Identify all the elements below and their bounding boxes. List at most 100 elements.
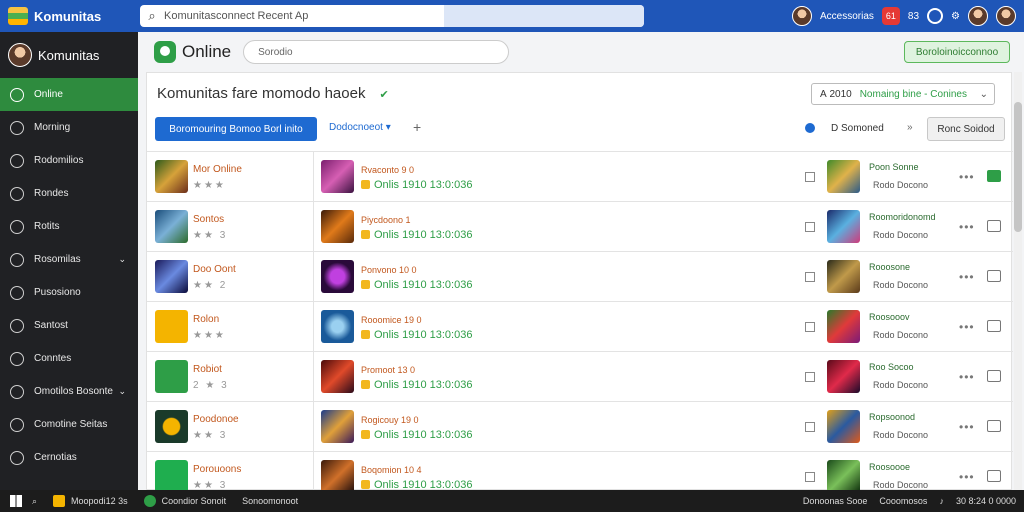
filter-icon[interactable] (805, 123, 815, 133)
add-icon[interactable]: + (413, 119, 421, 135)
sort-select-value: 2010 (829, 88, 852, 100)
row-checkbox[interactable] (805, 422, 815, 432)
list-item[interactable]: Doo Oont ★★ 2 Ponvono 10 0 Onlis 1910 13… (147, 251, 1013, 301)
sidebar-item-label: Santost (34, 320, 68, 331)
sidebar-item-pusosiono[interactable]: Pusosiono (0, 276, 138, 309)
message-icon[interactable] (987, 170, 1001, 182)
online-status: Onlis 1910 13:0:036 (361, 429, 472, 441)
mini-label: 83 (907, 10, 920, 22)
notification-badge[interactable]: 61 (881, 7, 900, 25)
user-avatar[interactable] (792, 6, 812, 26)
chevron-down-icon[interactable]: ⌄ (118, 254, 126, 265)
tray-label-1[interactable]: Donoonas Sooe (803, 496, 868, 506)
primary-button[interactable]: Boromouring Bomoo Borl inito (155, 117, 317, 141)
player-name: Rogicouy 19 0 (361, 415, 419, 425)
online-status-text: Onlis 1910 13:0:036 (374, 229, 473, 241)
main-header: Online Sorodio (138, 32, 1024, 72)
friend-name: Rooosone (869, 262, 911, 272)
tray-label-2[interactable]: Cooomosos (879, 496, 927, 506)
online-status-text: Onlis 1910 13:0:036 (374, 429, 473, 441)
game-thumbnail (155, 160, 188, 193)
online-status: Onlis 1910 13:0:036 (361, 379, 472, 391)
friend-name: Roosooov (869, 312, 910, 322)
friend-thumbnail (827, 260, 860, 293)
refresh-icon[interactable] (927, 8, 944, 24)
online-status: Onlis 1910 13:0:036 (361, 229, 472, 241)
taskbar-item-3[interactable]: Sonoomonoot (242, 496, 298, 506)
sidebar-avatar[interactable] (8, 43, 32, 67)
green-action-button[interactable]: Boroloinoicconnoo (904, 41, 1010, 63)
profile-avatar-1[interactable] (968, 6, 988, 26)
row-checkbox[interactable] (805, 472, 815, 482)
message-icon[interactable] (987, 220, 1001, 232)
player-thumbnail (321, 360, 354, 393)
sidebar-item-rodomilios[interactable]: Rodomilios (0, 144, 138, 177)
list-item[interactable]: Mor Online ★★★ Rvaconto 9 0 Onlis 1910 1… (147, 151, 1013, 201)
global-search-input[interactable]: Komunitasconnect Recent Ap (164, 10, 308, 22)
sidebar-item-conntes[interactable]: Conntes (0, 342, 138, 375)
global-search[interactable]: ⌕ Komunitasconnect Recent Ap (140, 5, 644, 27)
app-logo[interactable]: Komunitas (0, 7, 138, 25)
list-item[interactable]: Sontos ★★ 3 Piycdoono 1 Onlis 1910 13:0:… (147, 201, 1013, 251)
profile-avatar-2[interactable] (996, 6, 1016, 26)
message-icon[interactable] (987, 370, 1001, 382)
sort-label[interactable]: D Somoned (831, 123, 884, 134)
more-options-icon[interactable]: ••• (959, 420, 975, 434)
message-icon[interactable] (987, 270, 1001, 282)
friend-thumbnail (827, 310, 860, 343)
chevron-down-icon[interactable]: ⌄ (118, 386, 126, 397)
more-options-icon[interactable]: ••• (959, 270, 975, 284)
friend-status: Rodo Docono (873, 380, 929, 390)
row-checkbox[interactable] (805, 322, 815, 332)
more-options-icon[interactable]: ••• (959, 370, 975, 384)
friend-thumbnail (827, 160, 860, 193)
sidebar-item-rondes[interactable]: Rondes (0, 177, 138, 210)
sidebar-item-comotine[interactable]: Comotine Seitas (0, 408, 138, 441)
message-icon[interactable] (987, 470, 1001, 482)
settings-icon[interactable]: ⚙ (951, 11, 960, 22)
more-options-icon[interactable]: ••• (959, 170, 975, 184)
user-label[interactable]: Accessorias (820, 11, 874, 22)
message-icon[interactable] (987, 320, 1001, 332)
secondary-button[interactable]: Ronc Soidod (927, 117, 1005, 141)
friend-status: Rodo Docono (873, 280, 929, 290)
online-status-text: Onlis 1910 13:0:036 (374, 179, 473, 191)
volume-icon[interactable]: ♪ (939, 496, 944, 506)
sidebar-item-cernotias[interactable]: Cernotias (0, 441, 138, 474)
row-checkbox[interactable] (805, 172, 815, 182)
main-search-input[interactable]: Sorodio (243, 40, 510, 64)
sidebar-item-label: Rosomilas (34, 254, 81, 265)
player-name: Ponvono 10 0 (361, 265, 417, 275)
sort-chevron-icon[interactable]: » (907, 122, 913, 133)
friend-name: Ropsoonod (869, 412, 916, 422)
more-options-icon[interactable]: ••• (959, 220, 975, 234)
more-options-icon[interactable]: ••• (959, 320, 975, 334)
sidebar-item-santost[interactable]: Santost (0, 309, 138, 342)
sidebar-item-rosomilas[interactable]: Rosomilas ⌄ (0, 243, 138, 276)
scrollbar[interactable] (1014, 72, 1022, 490)
list-item[interactable]: Poodonoe ★★ 3 Rogicouy 19 0 Onlis 1910 1… (147, 401, 1013, 451)
friend-status: Rodo Docono (873, 180, 929, 190)
scrollbar-thumb[interactable] (1014, 102, 1022, 232)
row-checkbox[interactable] (805, 222, 815, 232)
taskbar-app[interactable]: Moopodi12 3s (53, 495, 128, 507)
clock[interactable]: 30 8:24 0 0000 (956, 496, 1016, 506)
sidebar-item-omotilos[interactable]: Omotilos Bosonte ⌄ (0, 375, 138, 408)
taskbar-search-icon[interactable]: ⌕ (32, 496, 37, 507)
sidebar-item-online[interactable]: Online (0, 78, 138, 111)
dropdown-menu[interactable]: Dodocnoeot ▾ (329, 122, 391, 133)
more-options-icon[interactable]: ••• (959, 470, 975, 484)
start-icon[interactable] (10, 495, 22, 507)
row-checkbox[interactable] (805, 272, 815, 282)
sidebar-item-morning[interactable]: Morning (0, 111, 138, 144)
row-checkbox[interactable] (805, 372, 815, 382)
taskbar-item-2[interactable]: Coondior Sonoit (143, 495, 226, 507)
list-item[interactable]: Robiot 2 ★ 3 Promoot 13 0 Onlis 1910 13:… (147, 351, 1013, 401)
list-item[interactable]: Rolon ★★★ Rooomice 19 0 Onlis 1910 13:0:… (147, 301, 1013, 351)
sort-select[interactable]: A 2010 Nomaing bine - Conines ⌄ (811, 83, 995, 105)
message-icon[interactable] (987, 420, 1001, 432)
player-thumbnail (321, 260, 354, 293)
sidebar-item-rotits[interactable]: Rotits (0, 210, 138, 243)
status-dot-icon (361, 430, 370, 439)
app-window: Komunitas ⌕ Komunitasconnect Recent Ap A… (0, 0, 1024, 512)
